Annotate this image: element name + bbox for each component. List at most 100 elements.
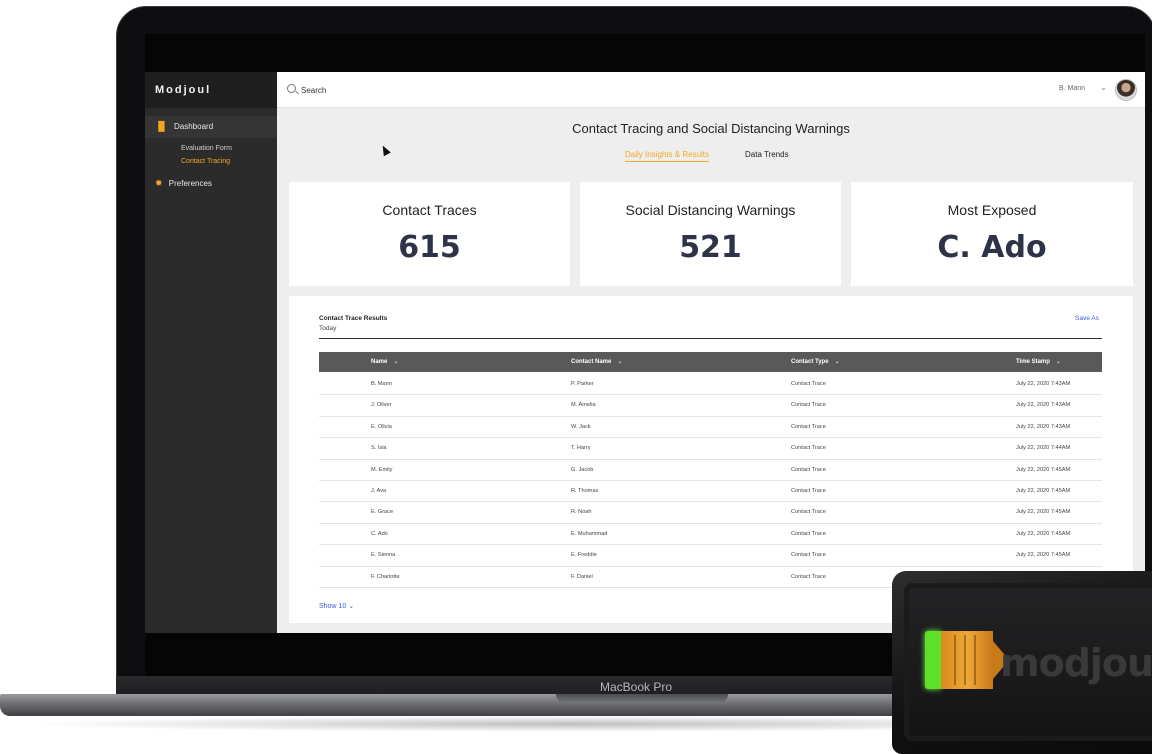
- stat-card-contact-traces: Contact Traces 615: [289, 182, 570, 286]
- cell-contact-type: Contact Trace: [791, 573, 826, 580]
- cell-contact-type: Contact Trace: [791, 423, 826, 430]
- device-orange-slider: [941, 631, 993, 689]
- cell-name: M. Emily: [371, 466, 393, 473]
- gear-icon: ✹: [155, 178, 163, 188]
- cell-time-stamp: July 22, 2020 7:43AM: [1016, 402, 1071, 409]
- cell-contact-name: F. Daniel: [571, 573, 593, 580]
- cell-time-stamp: July 22, 2020 7:44AM: [1016, 445, 1071, 452]
- cell-name: B. Mann: [371, 381, 392, 387]
- modjoul-wearable-device: modjoul: [892, 571, 1152, 754]
- table-row[interactable]: E. Olivia W. Jack Contact Trace July 22, 20…: [319, 417, 1102, 439]
- sidebar: Modjoul ▐▌ Dashboard Evaluation Form Con…: [145, 72, 277, 633]
- table-row[interactable]: E. Grace R. Noah Contact Trace July 22, 202…: [319, 502, 1102, 524]
- user-name[interactable]: B. Mann: [1059, 85, 1085, 92]
- cell-contact-type: Contact Trace: [791, 445, 826, 452]
- product-logo: modjoul: [1000, 641, 1152, 685]
- cell-contact-name: R. Noah: [571, 509, 592, 516]
- stat-value: C. Ado: [937, 230, 1047, 265]
- cell-contact-type: Contact Trace: [791, 466, 826, 473]
- sidebar-subitem-evaluation-form[interactable]: Evaluation Form: [181, 145, 232, 152]
- sidebar-item-label: Preferences: [168, 179, 212, 188]
- page-title: Contact Tracing and Social Distancing Wa…: [572, 121, 850, 136]
- table-row[interactable]: M. Emily G. Jacob Contact Trace July 22, 20…: [319, 460, 1102, 481]
- cell-contact-type: Contact Trace: [791, 488, 826, 494]
- column-header-time-stamp[interactable]: Time Stamp ⌄: [1016, 358, 1061, 365]
- mouse-cursor-icon: [379, 143, 391, 157]
- panel-subtitle: Today: [319, 325, 337, 332]
- cell-name: F. Charlotte: [371, 573, 400, 580]
- sidebar-item-dashboard[interactable]: ▐▌ Dashboard: [145, 116, 277, 138]
- photo-stage: Modjoul ▐▌ Dashboard Evaluation Form Con…: [0, 0, 1152, 754]
- cell-name: E. Grace: [371, 509, 394, 516]
- table-header: Name ⌄ Contact Name ⌄ Contact Type ⌄ Time S…: [319, 352, 1102, 372]
- cell-contact-name: E. Muhammad: [571, 530, 608, 537]
- cell-contact-type: Contact Trace: [791, 381, 826, 387]
- divider: [319, 338, 1102, 339]
- device-green-light: [925, 631, 941, 689]
- search-icon: [287, 84, 296, 93]
- chevron-down-icon[interactable]: ⌄: [617, 359, 622, 365]
- chevron-down-icon[interactable]: ⌄: [393, 359, 398, 365]
- stat-label: Most Exposed: [947, 202, 1037, 218]
- cell-contact-name: P. Parker: [571, 381, 594, 387]
- cell-contact-name: E. Freddie: [571, 552, 597, 559]
- tab-daily-insights[interactable]: Daily Insights & Results: [625, 150, 710, 162]
- cell-time-stamp: July 22, 2020 7:45AM: [1016, 466, 1071, 473]
- sidebar-item-label: Dashboard: [174, 122, 214, 131]
- cell-time-stamp: July 22, 2020 7:45AM: [1016, 509, 1071, 516]
- cell-contact-type: Contact Trace: [791, 530, 826, 537]
- screen-bezel-top: [145, 34, 1145, 72]
- cell-name: C. Ado: [371, 530, 388, 537]
- sidebar-subitem-contact-tracing[interactable]: Contact Tracing: [181, 158, 230, 165]
- cell-contact-type: Contact Trace: [791, 402, 826, 409]
- stat-card-most-exposed: Most Exposed C. Ado: [851, 182, 1133, 286]
- panel-title: Contact Trace Results: [319, 315, 388, 322]
- save-as-link[interactable]: Save As: [1075, 315, 1099, 322]
- table-row[interactable]: C. Ado E. Muhammad Contact Trace July 22, 2…: [319, 524, 1102, 546]
- cell-contact-name: T. Harry: [571, 445, 591, 452]
- top-bar: B. Mann ⌄: [277, 72, 1145, 108]
- cell-name: E. Olivia: [371, 423, 392, 430]
- cell-time-stamp: July 22, 2020 7:43AM: [1016, 381, 1071, 387]
- column-header-contact-name[interactable]: Contact Name ⌄: [571, 358, 622, 365]
- show-count-dropdown[interactable]: Show 10 ⌄: [319, 602, 354, 610]
- table-row[interactable]: J. Oliver M. Amelia Contact Trace July 22, …: [319, 395, 1102, 417]
- column-header-name[interactable]: Name ⌄: [371, 358, 398, 365]
- stat-value: 615: [398, 230, 461, 265]
- stat-label: Contact Traces: [382, 202, 477, 218]
- stat-card-social-distancing: Social Distancing Warnings 521: [580, 182, 841, 286]
- cell-time-stamp: July 22, 2020 7:43AM: [1016, 423, 1071, 430]
- cell-name: E. Sienna: [371, 552, 396, 559]
- chevron-down-icon[interactable]: ⌄: [835, 359, 840, 365]
- device-rib: [964, 635, 966, 685]
- cell-name: S. Isla: [371, 445, 387, 452]
- table-row[interactable]: J. Ava R. Thomas Contact Trace July 22, 202…: [319, 481, 1102, 503]
- stat-label: Social Distancing Warnings: [625, 202, 796, 218]
- chevron-down-icon[interactable]: ⌄: [1056, 359, 1061, 365]
- cell-time-stamp: July 22, 2020 7:45AM: [1016, 552, 1071, 559]
- column-header-contact-type[interactable]: Contact Type ⌄: [791, 358, 840, 365]
- cell-name: J. Oliver: [371, 402, 392, 409]
- chevron-down-icon: ⌄: [348, 603, 355, 610]
- cell-name: J. Ava: [371, 488, 387, 494]
- search-input[interactable]: [301, 82, 501, 98]
- stat-value: 521: [679, 230, 742, 265]
- avatar[interactable]: [1115, 79, 1137, 101]
- cell-contact-name: G. Jacob: [571, 466, 594, 473]
- tab-data-trends[interactable]: Data Trends: [745, 150, 789, 159]
- device-rib: [974, 635, 976, 685]
- cell-contact-name: R. Thomas: [571, 488, 599, 494]
- cell-contact-name: M. Amelia: [571, 402, 596, 409]
- chevron-down-icon[interactable]: ⌄: [1100, 83, 1107, 92]
- sidebar-item-preferences[interactable]: ✹ Preferences: [155, 178, 212, 189]
- cell-contact-type: Contact Trace: [791, 552, 826, 559]
- bar-chart-icon: ▐▌: [155, 121, 168, 131]
- table-row[interactable]: B. Mann P. Parker Contact Trace July 22, 20…: [319, 374, 1102, 396]
- brand-logo[interactable]: Modjoul: [145, 72, 277, 108]
- table-row[interactable]: S. Isla T. Harry Contact Trace July 22, 202…: [319, 438, 1102, 460]
- table-row[interactable]: E. Sienna E. Freddie Contact Trace July 22,…: [319, 545, 1102, 567]
- laptop-screen: Modjoul ▐▌ Dashboard Evaluation Form Con…: [145, 72, 1145, 633]
- device-rib: [954, 635, 956, 685]
- cell-time-stamp: July 22, 2020 7:45AM: [1016, 488, 1071, 494]
- laptop-base-notch: [556, 694, 728, 703]
